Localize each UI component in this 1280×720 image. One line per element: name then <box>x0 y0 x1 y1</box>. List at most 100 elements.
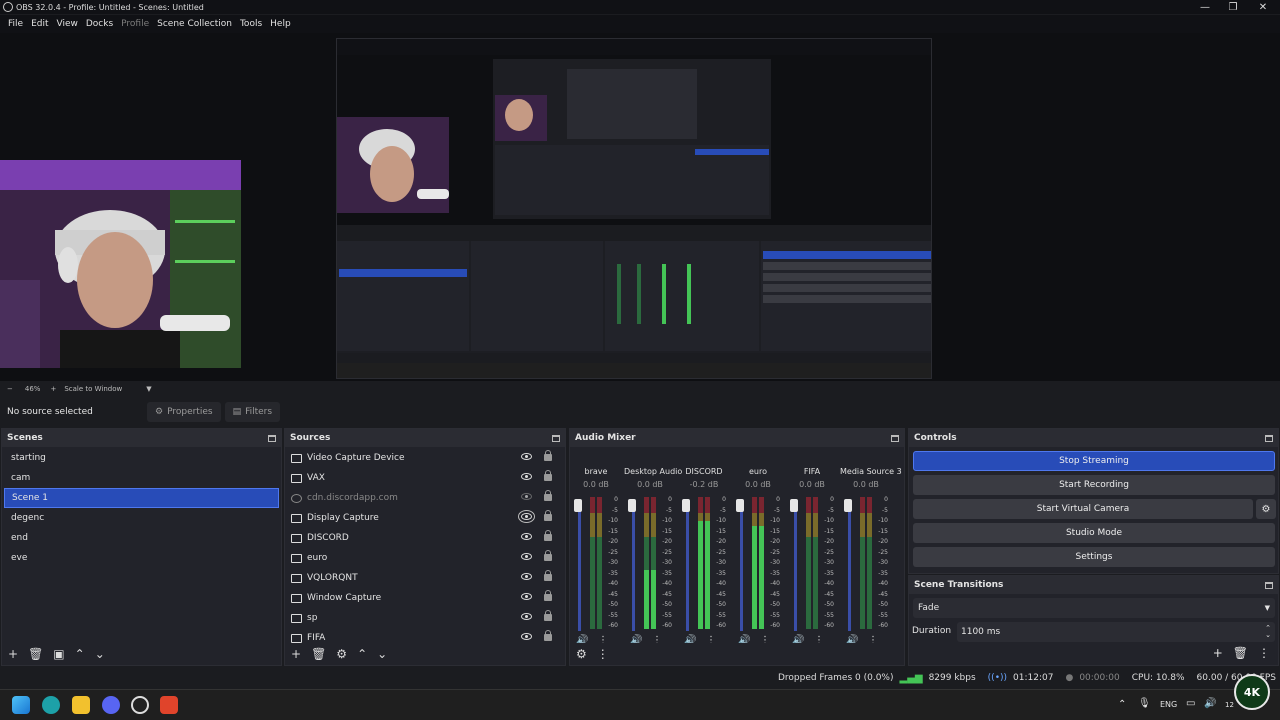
discord-icon[interactable] <box>102 696 120 714</box>
eye-icon[interactable] <box>521 553 532 560</box>
dock-float-icon[interactable] <box>268 434 276 442</box>
studio-mode-button[interactable]: Studio Mode <box>913 523 1275 543</box>
chevron-up-icon[interactable]: ⌃ <box>1118 699 1126 710</box>
muted-speaker-icon[interactable]: 🔊 <box>846 635 858 643</box>
add-transition-button[interactable]: + <box>1213 646 1223 660</box>
muted-speaker-icon[interactable]: 🔊 <box>630 635 642 643</box>
fader-handle[interactable] <box>682 499 690 512</box>
menu-file[interactable]: File <box>4 19 27 29</box>
maximize-button[interactable]: ❐ <box>1218 0 1248 14</box>
zoom-in-button[interactable]: + <box>50 385 56 393</box>
volume-fader[interactable] <box>632 503 635 631</box>
scene-filters-button[interactable]: ▣ <box>53 647 64 661</box>
add-scene-button[interactable]: + <box>8 647 18 661</box>
speaker-icon[interactable]: 🔊 <box>576 635 588 643</box>
source-properties-button[interactable]: ⚙ <box>336 647 347 661</box>
eye-icon[interactable] <box>521 613 532 620</box>
lock-icon[interactable] <box>544 570 552 581</box>
obs-icon[interactable] <box>131 696 149 714</box>
transition-menu-button[interactable]: ⋮ <box>1258 646 1270 660</box>
move-down-button[interactable]: ⌄ <box>95 647 105 661</box>
brave-icon[interactable] <box>160 696 178 714</box>
fader-handle[interactable] <box>628 499 636 512</box>
advanced-audio-icon[interactable]: ⚙ <box>576 647 587 661</box>
source-item[interactable]: sp <box>285 608 565 628</box>
volume-fader[interactable] <box>794 503 797 631</box>
lock-icon[interactable] <box>544 490 552 501</box>
menu-edit[interactable]: Edit <box>27 19 52 29</box>
source-item[interactable]: VQLORQNT <box>285 568 565 588</box>
remove-transition-button[interactable]: 🗑 <box>1233 646 1248 660</box>
source-item[interactable]: euro <box>285 548 565 568</box>
channel-menu-button[interactable]: ⋮ <box>868 635 878 643</box>
source-item[interactable]: DISCORD <box>285 528 565 548</box>
lock-icon[interactable] <box>544 510 552 521</box>
eye-icon[interactable] <box>518 510 535 523</box>
fader-handle[interactable] <box>790 499 798 512</box>
menu-profile[interactable]: Profile <box>117 19 153 29</box>
move-down-button[interactable]: ⌄ <box>377 647 387 661</box>
network-icon[interactable]: ▭ <box>1186 698 1195 709</box>
microphone-icon[interactable]: 🎙 <box>1138 698 1151 709</box>
filters-button[interactable]: ▤ Filters <box>224 402 281 422</box>
speaker-icon[interactable]: 🔊 <box>684 635 696 643</box>
dock-float-icon[interactable] <box>1265 581 1273 589</box>
scene-item[interactable]: eve <box>4 548 279 568</box>
dock-float-icon[interactable] <box>552 434 560 442</box>
eye-icon[interactable] <box>521 573 532 580</box>
menu-tools[interactable]: Tools <box>236 19 266 29</box>
dock-float-icon[interactable] <box>1265 434 1273 442</box>
menu-view[interactable]: View <box>53 19 82 29</box>
speaker-icon[interactable]: 🔊 <box>738 635 750 643</box>
scene-item[interactable]: starting <box>4 448 279 468</box>
display-capture-preview[interactable] <box>336 38 932 379</box>
file-explorer-icon[interactable] <box>72 696 90 714</box>
scale-mode-select[interactable]: Scale to Window <box>64 385 122 393</box>
start-recording-button[interactable]: Start Recording <box>913 475 1275 495</box>
channel-menu-button[interactable]: ⋮ <box>760 635 770 643</box>
spin-arrows-icon[interactable]: ⌃ ⌄ <box>1265 625 1271 639</box>
lock-icon[interactable] <box>544 470 552 481</box>
menu-scene-collection[interactable]: Scene Collection <box>153 19 236 29</box>
lock-icon[interactable] <box>544 630 552 641</box>
start-virtual-camera-button[interactable]: Start Virtual Camera <box>913 499 1253 519</box>
close-button[interactable]: ✕ <box>1248 0 1278 14</box>
menu-help[interactable]: Help <box>266 19 295 29</box>
channel-menu-button[interactable]: ⋮ <box>598 635 608 643</box>
lock-icon[interactable] <box>544 450 552 461</box>
properties-button[interactable]: ⚙ Properties <box>147 402 221 422</box>
chevron-down-icon[interactable]: ▼ <box>146 385 151 393</box>
eye-icon[interactable] <box>521 593 532 600</box>
duration-input[interactable]: 1100 ms ⌃ ⌄ <box>957 622 1275 642</box>
scene-item[interactable]: end <box>4 528 279 548</box>
move-up-button[interactable]: ⌃ <box>75 647 85 661</box>
clock[interactable]: 12 <box>1225 701 1234 709</box>
fader-handle[interactable] <box>844 499 852 512</box>
volume-fader[interactable] <box>686 503 689 631</box>
volume-fader[interactable] <box>740 503 743 631</box>
language-indicator[interactable]: ENG <box>1160 700 1177 709</box>
lock-icon[interactable] <box>544 530 552 541</box>
source-item[interactable]: cdn.discordapp.com <box>285 488 565 508</box>
source-item[interactable]: Window Capture <box>285 588 565 608</box>
source-item[interactable]: VAX <box>285 468 565 488</box>
menu-docks[interactable]: Docks <box>82 19 117 29</box>
move-up-button[interactable]: ⌃ <box>357 647 367 661</box>
lock-icon[interactable] <box>544 590 552 601</box>
volume-fader[interactable] <box>578 503 581 631</box>
scene-item-selected[interactable]: Scene 1 <box>4 488 279 508</box>
virtual-camera-settings-icon[interactable]: ⚙ <box>1256 499 1276 519</box>
scene-item[interactable]: degenc <box>4 508 279 528</box>
transition-select[interactable]: Fade ▼ <box>913 598 1275 618</box>
settings-button[interactable]: Settings <box>913 547 1275 567</box>
minimize-button[interactable]: — <box>1190 0 1220 14</box>
zoom-out-button[interactable]: − <box>7 385 13 393</box>
channel-menu-button[interactable]: ⋮ <box>814 635 824 643</box>
volume-icon[interactable]: 🔊 <box>1204 698 1216 709</box>
channel-menu-button[interactable]: ⋮ <box>706 635 716 643</box>
add-source-button[interactable]: + <box>291 647 301 661</box>
webcam-source-preview[interactable] <box>0 160 241 368</box>
eye-hidden-icon[interactable] <box>521 493 532 500</box>
speaker-icon[interactable]: 🔊 <box>792 635 804 643</box>
eye-icon[interactable] <box>521 473 532 480</box>
